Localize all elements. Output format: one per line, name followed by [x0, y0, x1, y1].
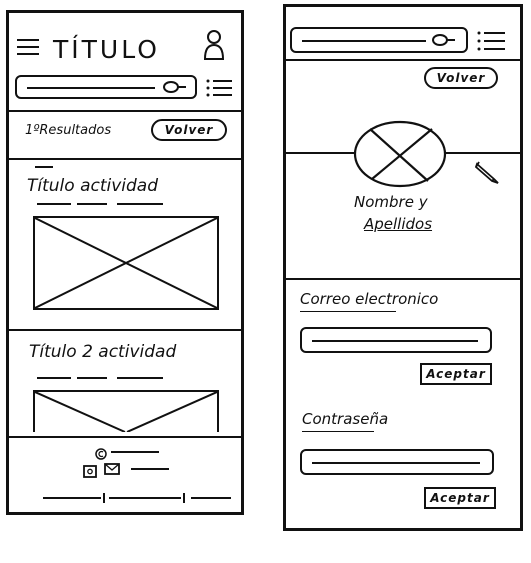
- divider: [9, 110, 241, 112]
- user-icon[interactable]: [203, 29, 225, 61]
- password-label: Contraseña: [302, 410, 389, 428]
- profile-screen: Volver Nombre y Apellidos Correo electro…: [283, 4, 523, 531]
- avatar[interactable]: [352, 119, 448, 189]
- results-label: 1ºResultados: [25, 123, 112, 138]
- search-icon[interactable]: [430, 33, 456, 47]
- divider: [286, 278, 520, 280]
- activity-meta: [37, 201, 167, 209]
- accept-email-button[interactable]: Aceptar: [420, 363, 492, 385]
- divider: [286, 59, 520, 61]
- app-title: TÍTULO: [53, 35, 160, 64]
- social-icons[interactable]: [81, 461, 127, 479]
- list-icon[interactable]: [205, 77, 233, 99]
- back-button[interactable]: Volver: [424, 67, 498, 89]
- divider: [9, 158, 241, 160]
- search-icon[interactable]: [161, 80, 187, 94]
- back-button[interactable]: Volver: [151, 119, 227, 141]
- search-input[interactable]: [290, 27, 468, 53]
- list-icon[interactable]: [476, 29, 506, 53]
- results-screen: TÍTULO 1ºResultados Volver Título activi…: [6, 10, 244, 515]
- activity-title[interactable]: Título actividad: [27, 176, 158, 196]
- pencil-icon[interactable]: [474, 159, 500, 185]
- hamburger-menu-icon[interactable]: [17, 39, 39, 57]
- email-field[interactable]: [300, 327, 492, 353]
- profile-surname: Apellidos: [364, 215, 433, 233]
- image-placeholder-icon[interactable]: [33, 216, 219, 310]
- activity-title[interactable]: Título 2 actividad: [29, 342, 176, 362]
- activity-meta: [37, 375, 167, 383]
- footer-divider: [9, 436, 241, 438]
- email-label: Correo electronico: [300, 290, 439, 308]
- footer-links[interactable]: [43, 493, 241, 505]
- search-input[interactable]: [15, 75, 197, 99]
- password-field[interactable]: [300, 449, 494, 475]
- copyright-icon: [95, 445, 107, 460]
- divider: [9, 329, 241, 331]
- image-placeholder-icon[interactable]: [33, 390, 219, 432]
- accept-password-button[interactable]: Aceptar: [424, 487, 496, 509]
- profile-name: Nombre y: [354, 193, 428, 211]
